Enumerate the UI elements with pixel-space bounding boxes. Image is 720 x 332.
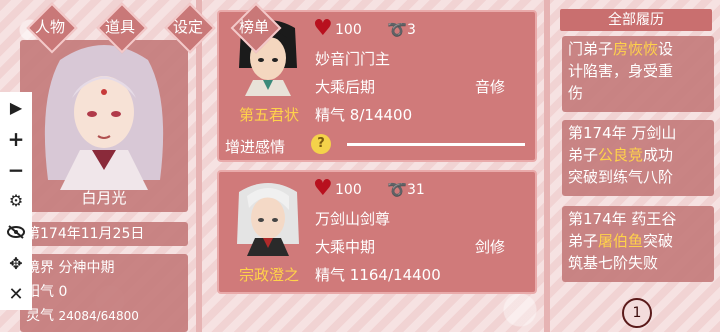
history-header[interactable]: 全部履历 xyxy=(560,9,712,31)
right-rail xyxy=(544,0,550,332)
qi-row: 灵气 24084/64800 xyxy=(26,308,139,324)
side-toolbar: ▶ + − ⚙ ✥ ✕ xyxy=(0,92,32,310)
player-name: 白月光 xyxy=(81,189,127,207)
yang-row: 阳气 0 xyxy=(26,284,68,300)
menu-items-button[interactable]: 道具 xyxy=(92,6,148,46)
play-icon[interactable]: ▶ xyxy=(5,97,27,119)
character-sect: 妙音门门主 xyxy=(315,50,391,68)
history-entry-1: 门弟子房恢恢设 计陷害，身受重 伤 xyxy=(562,36,714,112)
gear-icon[interactable]: ⚙ xyxy=(5,190,27,212)
affection-value: 100 xyxy=(335,182,362,198)
ring-icon: ➰ xyxy=(387,20,407,39)
menu-character-button[interactable]: 人物 xyxy=(22,6,78,46)
ring-count: 3 xyxy=(407,22,416,38)
character-role: 音修 xyxy=(475,78,506,96)
player-portrait-panel[interactable]: 白月光 xyxy=(20,40,188,212)
realm-row: 境界 分神中期 xyxy=(26,260,115,276)
heart-icon: ♥ xyxy=(313,16,333,41)
menu-ranking-button[interactable]: 榜单 xyxy=(226,6,282,46)
plus-icon[interactable]: + xyxy=(5,127,27,151)
affection-label: 增进感情 xyxy=(225,138,286,156)
character-realm: 大乘后期 xyxy=(315,78,376,96)
move-icon[interactable]: ✥ xyxy=(5,252,27,274)
player-stats: 境界 分神中期 阳气 0 灵气 24084/64800 xyxy=(20,254,188,332)
character-role: 剑修 xyxy=(475,238,506,256)
character-card-2[interactable]: 宗政澄之 ♥ 100 ➰ 31 万剑山剑尊 大乘中期 剑修 精气 1164/14… xyxy=(217,170,537,294)
heart-icon: ♥ xyxy=(313,176,333,201)
close-icon[interactable]: ✕ xyxy=(5,283,27,305)
ring-count: 31 xyxy=(407,182,425,198)
ring-icon: ➰ xyxy=(387,180,407,199)
help-icon[interactable]: ? xyxy=(311,134,331,154)
character-realm: 大乘中期 xyxy=(315,238,376,256)
energy-row: 精气 8/14400 xyxy=(315,106,413,124)
top-menu: 人物 道具 设定 榜单 xyxy=(0,0,290,50)
page-indicator[interactable]: 1 xyxy=(622,298,652,328)
date-display: 第174年11月25日 xyxy=(20,222,188,246)
affection-value: 100 xyxy=(335,22,362,38)
hide-eye-icon[interactable] xyxy=(5,221,27,243)
history-entry-2: 第174年 万剑山 弟子公良竞成功 突破到练气八阶 xyxy=(562,120,714,196)
player-portrait xyxy=(44,45,164,190)
menu-settings-button[interactable]: 设定 xyxy=(160,6,216,46)
history-entry-3: 第174年 药王谷 弟子屠伯鱼突破 筑基七阶失败 xyxy=(562,206,714,282)
affection-slider[interactable] xyxy=(347,143,525,146)
minus-icon[interactable]: − xyxy=(5,158,27,182)
rank-title: 第五君状 xyxy=(238,106,299,124)
character-sect: 万剑山剑尊 xyxy=(315,210,391,228)
energy-row: 精气 1164/14400 xyxy=(315,266,441,284)
rank-title: 宗政澄之 xyxy=(238,266,299,284)
character-avatar-2 xyxy=(229,178,307,256)
